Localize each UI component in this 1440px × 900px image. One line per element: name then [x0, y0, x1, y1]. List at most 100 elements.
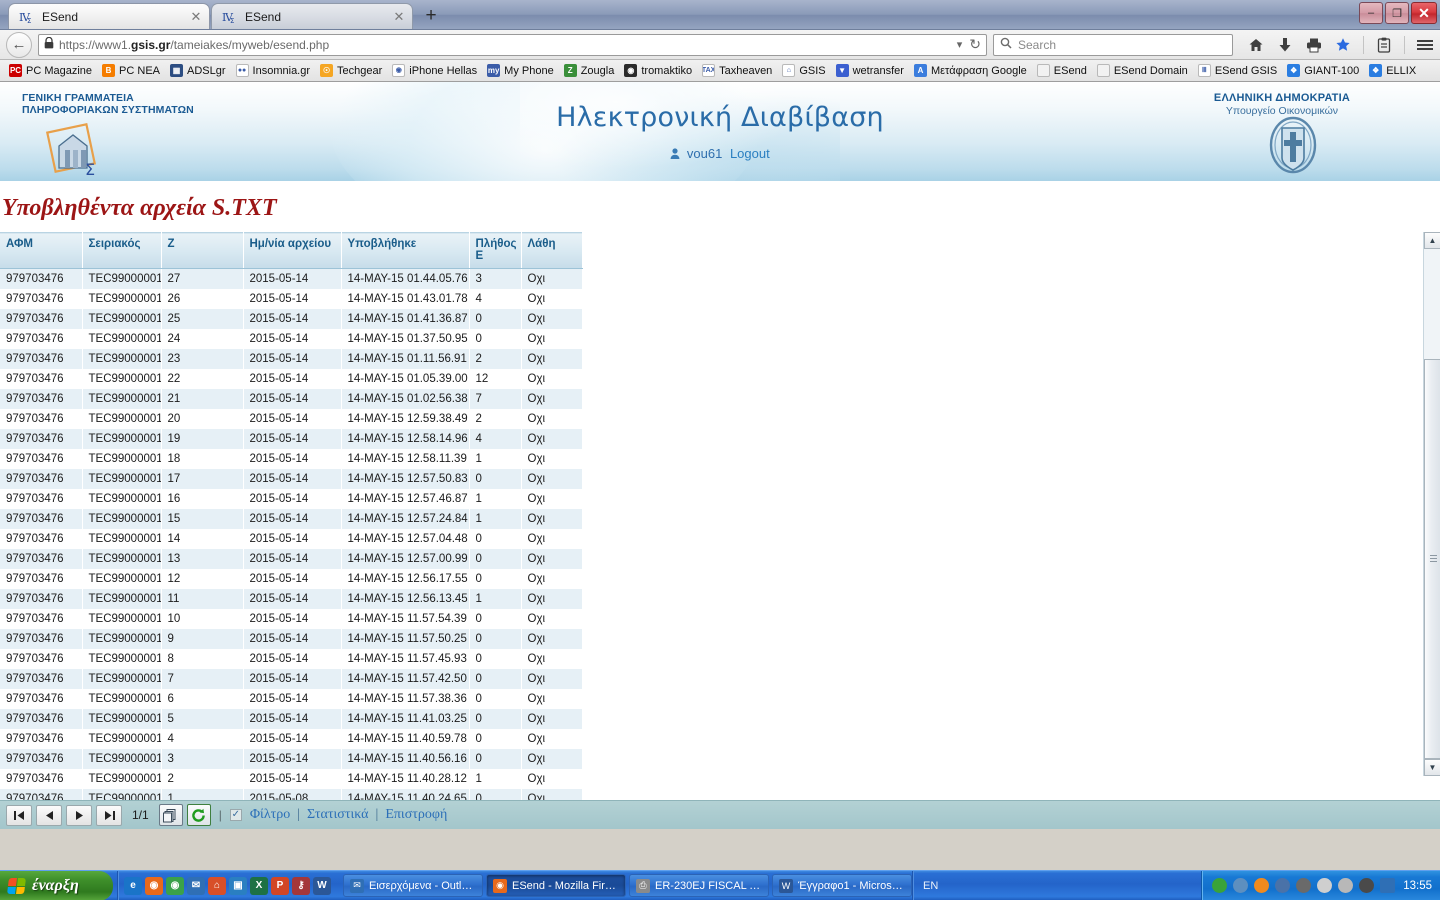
table-row[interactable]: 979703476 TEC99000001 26 2015-05-14 14-MAY-1… [0, 288, 583, 309]
bookmark-item[interactable]: ▦ ADSLgr [165, 61, 231, 81]
firefox-icon[interactable]: ◉ [145, 876, 163, 895]
bookmark-item[interactable]: Ⅲ ESend GSIS [1193, 61, 1282, 81]
tab-esend-2[interactable]: Ⅳ Σ ESend ✕ [211, 3, 413, 29]
column-header-z[interactable]: Z [161, 232, 244, 269]
home-network-icon[interactable]: ⌂ [208, 876, 226, 895]
bookmark-item[interactable]: ▼ wetransfer [831, 61, 909, 81]
back-button[interactable]: ← [6, 31, 32, 58]
bookmark-item[interactable]: ❖ GIANT-100 [1282, 61, 1364, 81]
table-row[interactable]: 979703476 TEC99000001 16 2015-05-14 14-MAY-1… [0, 488, 583, 509]
new-tab-button[interactable]: + [416, 3, 446, 29]
next-page-button[interactable] [66, 804, 92, 826]
bookmark-item[interactable]: ●● Insomnia.gr [231, 61, 315, 81]
tab-close-icon[interactable]: ✕ [189, 10, 203, 24]
taskbar-window-item[interactable]: W Έγγραφο1 - Microsof… [772, 874, 912, 897]
table-row[interactable]: 979703476 TEC99000001 17 2015-05-14 14-MAY-1… [0, 468, 583, 489]
column-header-submitted[interactable]: Υποβλήθηκε [341, 232, 470, 269]
scroll-up-button[interactable]: ▲ [1424, 232, 1440, 249]
table-row[interactable]: 979703476 TEC99000001 24 2015-05-14 14-MAY-1… [0, 328, 583, 349]
home-icon[interactable] [1247, 36, 1265, 54]
refresh-gray-icon[interactable] [1338, 878, 1354, 893]
table-row[interactable]: 979703476 TEC99000001 18 2015-05-14 14-MAY-1… [0, 448, 583, 469]
start-button[interactable]: έναρξη [0, 870, 113, 900]
column-header-serial[interactable]: Σειριακός [82, 232, 162, 269]
table-row[interactable]: 979703476 TEC99000001 4 2015-05-14 14-MAY-15… [0, 728, 583, 749]
table-row[interactable]: 979703476 TEC99000001 12 2015-05-14 14-MAY-1… [0, 568, 583, 589]
table-row[interactable]: 979703476 TEC99000001 19 2015-05-14 14-MAY-1… [0, 428, 583, 449]
reader-icon[interactable] [1375, 36, 1393, 54]
table-row[interactable]: 979703476 TEC99000001 27 2015-05-14 14-MAY-1… [0, 268, 583, 289]
table-row[interactable]: 979703476 TEC99000001 14 2015-05-14 14-MAY-1… [0, 528, 583, 549]
hand-icon[interactable] [1317, 878, 1333, 893]
table-row[interactable]: 979703476 TEC99000001 20 2015-05-14 14-MAY-1… [0, 408, 583, 429]
table-row[interactable]: 979703476 TEC99000001 11 2015-05-14 14-MAY-1… [0, 588, 583, 609]
logout-link[interactable]: Logout [730, 146, 770, 161]
bookmark-star-icon[interactable] [1334, 36, 1352, 54]
printer-tray-icon[interactable] [1359, 878, 1375, 893]
search-box[interactable]: Search [993, 33, 1233, 56]
language-indicator[interactable]: EN [912, 870, 948, 900]
refresh-button[interactable] [186, 804, 211, 826]
bookmark-item[interactable]: ☉ Techgear [315, 61, 387, 81]
chevron-down-icon[interactable]: ▾ [957, 38, 963, 51]
downloads-icon[interactable] [1276, 36, 1294, 54]
table-row[interactable]: 979703476 TEC99000001 10 2015-05-14 14-MAY-1… [0, 608, 583, 629]
table-row[interactable]: 979703476 TEC99000001 9 2015-05-14 14-MAY-15… [0, 628, 583, 649]
table-row[interactable]: 979703476 TEC99000001 8 2015-05-14 14-MAY-15… [0, 648, 583, 669]
filter-checkbox[interactable]: ✓ [229, 809, 242, 821]
bookmark-item[interactable]: A Μετάφραση Google [909, 61, 1032, 81]
table-row[interactable]: 979703476 TEC99000001 15 2015-05-14 14-MAY-1… [0, 508, 583, 529]
taskbar-window-item[interactable]: ⎙ ER-230EJ FISCAL TE… [629, 874, 769, 897]
bookmark-item[interactable]: ❖ ELLIX [1364, 61, 1421, 81]
prev-page-button[interactable] [36, 804, 62, 826]
close-window-button[interactable]: ✕ [1411, 2, 1437, 24]
maximize-button[interactable]: ❐ [1385, 2, 1409, 24]
bookmark-item[interactable]: PC PC Magazine [4, 61, 97, 81]
filter-link[interactable]: Φίλτρο [250, 807, 290, 823]
taskbar-window-item[interactable]: ✉ Εισερχόμενα - Outloo… [343, 874, 483, 897]
table-row[interactable]: 979703476 TEC99000001 25 2015-05-14 14-MAY-1… [0, 308, 583, 329]
taskbar-window-item[interactable]: ◉ ESend - Mozilla Firefox [486, 874, 626, 897]
excel-icon[interactable]: X [250, 876, 268, 895]
bookmark-item[interactable]: ◉ tromaktiko [619, 61, 697, 81]
address-bar[interactable]: https://www1.gsis.gr/tameiakes/myweb/ese… [38, 33, 987, 56]
column-header-count[interactable]: Πλήθος Ε [469, 232, 522, 269]
bookmark-item[interactable]: ESend [1032, 61, 1092, 81]
table-row[interactable]: 979703476 TEC99000001 2 2015-05-14 14-MAY-15… [0, 768, 583, 789]
column-header-afm[interactable]: ΑΦΜ [0, 232, 83, 269]
taskbar-clock[interactable]: 13:55 [1401, 880, 1432, 892]
powerpoint-icon[interactable]: P [271, 876, 289, 895]
access-icon[interactable]: ⚷ [292, 876, 310, 895]
menu-icon[interactable] [1416, 36, 1434, 54]
table-row[interactable]: 979703476 TEC99000001 23 2015-05-14 14-MAY-1… [0, 348, 583, 369]
return-link[interactable]: Επιστροφή [385, 807, 447, 823]
update-icon[interactable] [1254, 878, 1270, 893]
bookmark-item[interactable]: ◉ iPhone Hellas [387, 61, 482, 81]
outlook-icon[interactable]: ✉ [187, 876, 205, 895]
last-page-button[interactable] [96, 804, 122, 826]
monitor-icon[interactable] [1380, 878, 1396, 893]
copy-button[interactable] [158, 804, 183, 826]
print-icon[interactable] [1305, 36, 1323, 54]
minimize-button[interactable]: – [1359, 2, 1383, 24]
bookmark-item[interactable]: Z Zougla [559, 61, 620, 81]
first-page-button[interactable] [6, 804, 32, 826]
table-row[interactable]: 979703476 TEC99000001 3 2015-05-14 14-MAY-15… [0, 748, 583, 769]
table-row[interactable]: 979703476 TEC99000001 5 2015-05-14 14-MAY-15… [0, 708, 583, 729]
bookmark-item[interactable]: B PC NEA [97, 61, 165, 81]
scrollbar-thumb[interactable] [1424, 359, 1440, 759]
column-header-file-date[interactable]: Ημ/νία αρχείου [243, 232, 342, 269]
bookmark-item[interactable]: ESend Domain [1092, 61, 1193, 81]
statistics-link[interactable]: Στατιστικά [307, 807, 368, 823]
bookmark-item[interactable]: ⌂ GSIS [777, 61, 830, 81]
reload-icon[interactable]: ↻ [969, 36, 981, 53]
table-row[interactable]: 979703476 TEC99000001 7 2015-05-14 14-MAY-15… [0, 668, 583, 689]
network-alert-icon[interactable] [1233, 878, 1249, 893]
sync-icon[interactable] [1212, 878, 1228, 893]
disc-blocked-icon[interactable] [1296, 878, 1312, 893]
chrome-icon[interactable]: ◉ [166, 876, 184, 895]
bookmark-item[interactable]: TAX Taxheaven [697, 61, 777, 81]
scroll-down-button[interactable]: ▼ [1424, 759, 1440, 776]
table-scrollbar[interactable]: ▲ ▼ [1423, 232, 1440, 776]
tab-esend-1[interactable]: Ⅳ Σ ESend ✕ [8, 3, 210, 29]
